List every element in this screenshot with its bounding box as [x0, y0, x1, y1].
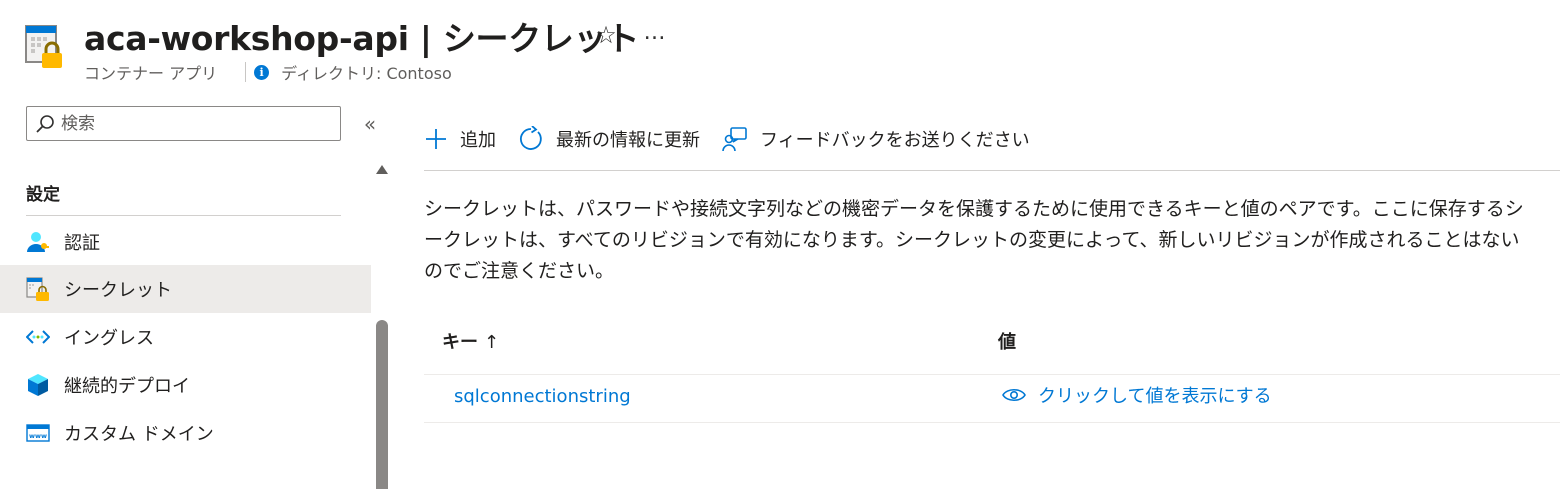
svg-text:www: www — [29, 432, 47, 440]
search-input[interactable] — [61, 113, 331, 134]
collapse-sidebar-button[interactable]: « — [358, 110, 382, 138]
column-header-key[interactable]: キー ↑ — [442, 328, 499, 354]
command-bar: 追加 最新の情報に更新 フィードバックをお送りください — [424, 116, 1052, 162]
add-button-label: 追加 — [460, 130, 496, 151]
feedback-button[interactable]: フィードバックをお送りください — [722, 116, 1030, 162]
sidebar-item-label: イングレス — [64, 328, 154, 349]
column-header-key-label: キー — [442, 332, 478, 353]
sidebar-item-continuous-deploy[interactable]: 継続的デプロイ — [0, 361, 371, 409]
sidebar-item-label: 継続的デプロイ — [64, 376, 190, 397]
star-icon[interactable]: ☆ — [592, 20, 620, 50]
sidebar-item-ingress[interactable]: イングレス — [0, 313, 371, 361]
secret-key-link[interactable]: sqlconnectionstring — [454, 386, 631, 407]
refresh-icon — [519, 126, 542, 150]
secret-lock-icon — [26, 277, 49, 301]
www-icon: www — [26, 424, 50, 442]
sidebar-item-custom-domain[interactable]: www カスタム ドメイン — [0, 409, 371, 457]
page-header: aca-workshop-api | シークレット ☆ … コンテナー アプリ … — [0, 0, 1560, 92]
toolbar-divider — [424, 170, 1560, 171]
page-subtitle: コンテナー アプリ i ディレクトリ: Contoso — [84, 60, 452, 84]
secret-lock-icon — [25, 25, 62, 68]
resource-type: コンテナー アプリ — [84, 64, 218, 83]
add-button[interactable]: 追加 — [424, 116, 496, 162]
section-divider — [26, 215, 341, 216]
scroll-up-arrow-icon[interactable] — [374, 160, 390, 178]
refresh-button[interactable]: 最新の情報に更新 — [518, 116, 700, 162]
feedback-icon — [722, 127, 747, 152]
column-header-value: 値 — [998, 332, 1016, 353]
ingress-icon — [26, 330, 50, 344]
show-value-button[interactable]: クリックして値を表示にする — [1002, 382, 1272, 408]
page-title: aca-workshop-api | シークレット — [84, 19, 640, 58]
show-value-label: クリックして値を表示にする — [1038, 386, 1272, 407]
sidebar-item-label: カスタム ドメイン — [64, 424, 214, 445]
ellipsis-icon[interactable]: … — [640, 18, 670, 48]
sidebar-item-secrets[interactable]: シークレット — [0, 265, 371, 313]
sidebar-item-label: シークレット — [64, 280, 172, 301]
sort-ascending-icon: ↑ — [484, 332, 500, 353]
search-icon — [36, 114, 54, 133]
secrets-description: シークレットは、パスワードや接続文字列などの機密データを保護するために使用できる… — [424, 198, 1524, 282]
sidebar-item-auth[interactable]: 認証 — [0, 218, 371, 266]
subtitle-divider — [245, 62, 247, 82]
cube-deploy-icon — [28, 374, 48, 396]
directory-label: ディレクトリ: Contoso — [281, 64, 452, 83]
plus-icon — [426, 129, 446, 149]
feedback-button-label: フィードバックをお送りください — [760, 130, 1030, 151]
table-header-divider — [424, 374, 1560, 375]
search-box[interactable] — [26, 106, 341, 141]
table-row-divider — [424, 422, 1560, 423]
sidebar-item-label: 認証 — [64, 233, 100, 254]
sidebar-scrollbar-thumb[interactable] — [376, 320, 388, 489]
sidebar-section-settings: 設定 — [26, 185, 60, 205]
user-key-icon — [27, 232, 49, 252]
info-icon: i — [254, 64, 270, 80]
eye-icon — [1002, 388, 1026, 402]
refresh-button-label: 最新の情報に更新 — [556, 130, 700, 151]
